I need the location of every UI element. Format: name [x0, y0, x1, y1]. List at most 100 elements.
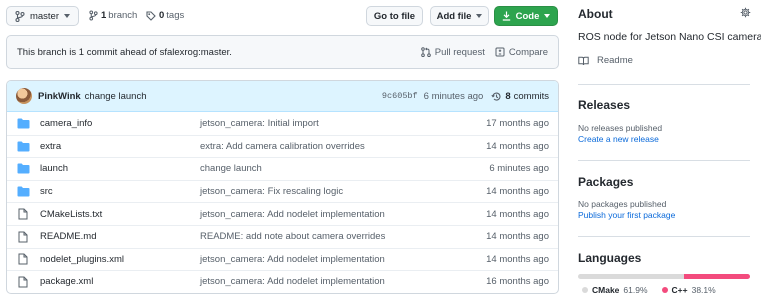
branch-count-label: branch [108, 10, 138, 21]
commit-count: 8 [505, 90, 511, 102]
file-name[interactable]: src [40, 186, 200, 197]
pull-request-icon [420, 47, 431, 57]
avatar[interactable] [16, 88, 32, 104]
chevron-down-icon [64, 14, 71, 18]
language-color-dot [661, 287, 668, 293]
language-percent: 61.9% [623, 285, 648, 295]
file-name[interactable]: package.xml [40, 276, 200, 287]
languages-heading: Languages [578, 251, 642, 265]
file-age: 14 months ago [486, 231, 549, 243]
tag-count: 0 [159, 10, 165, 21]
branch-ahead-banner: This branch is 1 commit ahead of sfalexr… [6, 35, 559, 69]
sidebar-divider [578, 160, 750, 161]
file-icon [16, 276, 30, 288]
commit-history-link[interactable]: 8 commits [491, 91, 549, 102]
tags-link[interactable]: 0 tags [146, 10, 184, 21]
compare-label: Compare [508, 46, 548, 58]
file-row[interactable]: src jetson_camera: Fix rescaling logic 14 … [7, 179, 558, 203]
code-button[interactable]: Code [494, 6, 558, 26]
file-row[interactable]: package.xml jetson_camera: Add nodelet im… [7, 270, 558, 293]
file-name[interactable]: README.md [40, 231, 200, 242]
publish-package-link[interactable]: Publish your first package [578, 210, 675, 220]
file-row[interactable]: nodelet_plugins.xml jetson_camera: Add no… [7, 247, 558, 271]
commit-sha[interactable]: 9c605bf [382, 91, 418, 101]
file-row[interactable]: CMakeLists.txt jetson_camera: Add nodelet… [7, 202, 558, 225]
file-icon [16, 253, 30, 265]
commit-meta: 9c605bf 6 minutes ago 8 commits [382, 91, 549, 102]
packages-heading[interactable]: Packages [578, 175, 633, 189]
chevron-down-icon [544, 14, 551, 18]
file-commit-message[interactable]: jetson_camera: Add nodelet implementatio… [200, 209, 486, 220]
file-commit-message[interactable]: jetson_camera: Add nodelet implementatio… [200, 254, 486, 265]
branch-ahead-text: This branch is 1 commit ahead of sfalexr… [17, 46, 232, 58]
language-item[interactable]: CMake 61.9% [582, 285, 648, 295]
commits-label: commits [513, 90, 549, 102]
folder-icon [16, 118, 30, 129]
branch-select-button[interactable]: master [6, 6, 79, 26]
about-heading: About [578, 7, 613, 21]
file-age: 6 minutes ago [489, 163, 549, 175]
file-commit-message[interactable]: extra: Add camera calibration overrides [200, 141, 486, 152]
gear-icon[interactable] [740, 7, 751, 18]
create-release-link[interactable]: Create a new release [578, 134, 659, 144]
file-commit-message[interactable]: jetson_camera: Initial import [200, 118, 486, 129]
file-row[interactable]: README.md README: add note about camera o… [7, 224, 558, 248]
go-to-file-label: Go to file [373, 10, 416, 22]
readme-label: Readme [597, 55, 633, 66]
folder-icon [16, 186, 30, 197]
releases-heading[interactable]: Releases [578, 98, 630, 112]
commit-author[interactable]: PinkWink [38, 91, 81, 102]
language-name: C++ [671, 285, 688, 295]
file-browser: PinkWink change launch 9c605bf 6 minutes… [6, 80, 559, 294]
git-branch-icon [89, 10, 98, 21]
compare-icon [495, 47, 505, 57]
banner-actions: Pull request Compare [420, 46, 548, 58]
add-file-label: Add file [436, 10, 472, 22]
language-item[interactable]: C++ 38.1% [661, 285, 716, 295]
readme-link[interactable]: Readme [578, 55, 633, 66]
file-age: 14 months ago [486, 140, 549, 152]
repo-description: ROS node for Jetson Nano CSI camera [578, 31, 761, 43]
language-name: CMake [592, 285, 620, 295]
pull-request-label: Pull request [434, 46, 485, 58]
file-commit-message[interactable]: jetson_camera: Add nodelet implementatio… [200, 276, 486, 287]
tag-count-label: tags [166, 10, 185, 21]
file-age: 17 months ago [486, 117, 549, 129]
branch-name: master [29, 10, 60, 22]
go-to-file-button[interactable]: Go to file [366, 6, 423, 26]
branches-link[interactable]: 1 branch [89, 10, 137, 21]
file-commit-message[interactable]: jetson_camera: Fix rescaling logic [200, 186, 486, 197]
file-name[interactable]: launch [40, 163, 200, 174]
compare-link[interactable]: Compare [495, 47, 548, 58]
add-file-button[interactable]: Add file [430, 6, 489, 26]
file-list: camera_info jetson_camera: Initial import… [7, 112, 558, 293]
sidebar-divider [578, 236, 750, 237]
code-label: Code [515, 10, 540, 22]
file-row[interactable]: launch change launch 6 minutes ago [7, 157, 558, 180]
file-row[interactable]: camera_info jetson_camera: Initial import… [7, 112, 558, 135]
latest-commit-bar: PinkWink change launch 9c605bf 6 minutes… [7, 81, 558, 112]
file-age: 14 months ago [486, 186, 549, 198]
file-name[interactable]: nodelet_plugins.xml [40, 254, 200, 265]
branch-count: 1 [101, 10, 107, 21]
packages-empty-text: No packages published [578, 199, 667, 209]
file-commit-message[interactable]: change launch [200, 163, 489, 174]
book-icon [578, 56, 589, 66]
file-age: 14 months ago [486, 208, 549, 220]
file-icon [16, 231, 30, 243]
file-name[interactable]: camera_info [40, 118, 200, 129]
file-age: 14 months ago [486, 253, 549, 265]
file-commit-message[interactable]: README: add note about camera overrides [200, 231, 486, 242]
file-row[interactable]: extra extra: Add camera calibration overr… [7, 134, 558, 158]
pull-request-link[interactable]: Pull request [420, 46, 485, 58]
sidebar-divider [578, 84, 750, 85]
file-name[interactable]: CMakeLists.txt [40, 209, 200, 220]
history-icon [491, 91, 502, 102]
commit-message[interactable]: change launch [85, 91, 147, 102]
file-age: 16 months ago [486, 276, 549, 288]
language-color-dot [582, 287, 588, 293]
download-icon [502, 11, 511, 21]
file-icon [16, 208, 30, 220]
file-name[interactable]: extra [40, 141, 200, 152]
releases-empty-text: No releases published [578, 123, 663, 133]
